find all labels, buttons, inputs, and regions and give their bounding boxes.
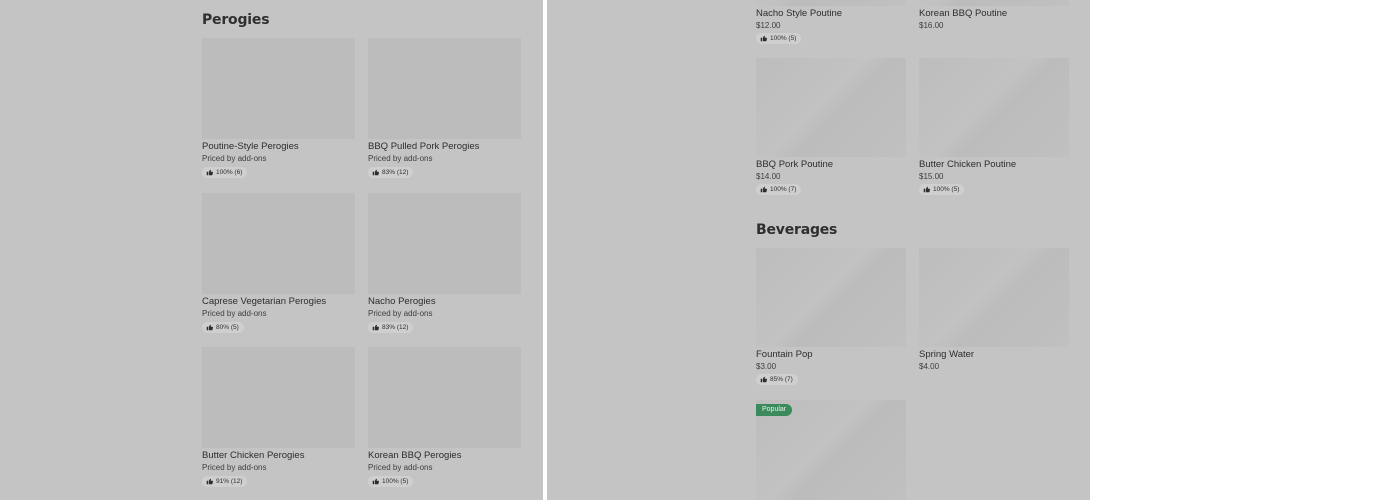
item-name: Nacho Perogies (368, 296, 436, 307)
thumbs-up-icon (372, 169, 379, 176)
rating-text: 83% (12) (382, 324, 409, 331)
item-image[interactable] (202, 38, 355, 139)
thumbs-up-icon (206, 169, 213, 176)
rating-text: 80% (5) (216, 324, 239, 331)
rating-badge: 91% (12) (202, 476, 248, 487)
menu-item-card[interactable]: Poutine-Style Perogies Priced by add-ons… (202, 38, 355, 183)
menu-item-card[interactable]: Korean BBQ Perogies Priced by add-ons 10… (368, 347, 521, 492)
rating-text: 100% (5) (933, 186, 960, 193)
rating-badge: 100% (6) (202, 167, 248, 178)
item-price: Priced by add-ons (202, 154, 267, 163)
item-price: $16.00 (919, 21, 944, 30)
item-name: Korean BBQ Poutine (919, 8, 1008, 19)
item-price: Priced by add-ons (202, 309, 267, 318)
item-name: Butter Chicken Poutine (919, 159, 1017, 170)
item-price: $15.00 (919, 172, 944, 181)
item-image[interactable] (368, 193, 521, 294)
item-image[interactable] (368, 347, 521, 448)
popular-badge: Popular (756, 404, 793, 416)
item-name: Caprese Vegetarian Perogies (202, 296, 327, 307)
rating-text: 85% (7) (770, 376, 793, 383)
rating-badge: 100% (5) (919, 184, 965, 195)
rating-text: 100% (5) (770, 35, 797, 42)
thumbs-up-icon (760, 186, 767, 193)
item-name: Korean BBQ Perogies (368, 450, 462, 461)
item-image[interactable] (756, 248, 906, 347)
rating-text: 100% (5) (382, 478, 409, 485)
item-price: $4.00 (919, 362, 940, 371)
rating-badge: 85% (7) (756, 374, 798, 385)
thumbs-up-icon (206, 324, 213, 331)
right-menu-panel: Nacho Style Poutine $12.00 100% (5) Kore… (547, 0, 1090, 500)
item-image[interactable] (368, 38, 521, 139)
item-name: Spring Water (919, 349, 975, 360)
rating-badge: 83% (12) (368, 322, 414, 333)
rating-badge: 100% (5) (756, 33, 802, 44)
item-price: Priced by add-ons (368, 463, 433, 472)
menu-item-card[interactable]: BBQ Pulled Pork Perogies Priced by add-o… (368, 38, 521, 183)
menu-item-card[interactable]: Butter Chicken Perogies Priced by add-on… (202, 347, 355, 492)
menu-item-card[interactable]: Caprese Vegetarian Perogies Priced by ad… (202, 193, 355, 338)
menu-item-card[interactable]: Butter Chicken Poutine $15.00 100% (5) (919, 58, 1069, 202)
menu-item-card[interactable]: Popular (756, 400, 906, 500)
menu-item-card[interactable]: Nacho Perogies Priced by add-ons 83% (12… (368, 193, 521, 338)
menu-item-card[interactable]: Spring Water $4.00 (919, 248, 1069, 388)
item-image[interactable] (919, 58, 1069, 157)
rating-badge: 100% (7) (756, 184, 802, 195)
left-menu-panel: Perogies Poutine-Style Perogies Priced b… (0, 0, 543, 500)
menu-item-card[interactable]: Korean BBQ Poutine $16.00 (919, 0, 1069, 48)
thumbs-up-icon (372, 478, 379, 485)
rating-text: 100% (6) (216, 169, 243, 176)
item-price: Priced by add-ons (368, 309, 433, 318)
rating-text: 100% (7) (770, 186, 797, 193)
thumbs-up-icon (760, 35, 767, 42)
item-image[interactable] (202, 193, 355, 294)
item-image[interactable] (202, 347, 355, 448)
thumbs-up-icon (923, 186, 930, 193)
item-name: Butter Chicken Perogies (202, 450, 305, 461)
rating-badge: 80% (5) (202, 322, 244, 333)
item-image[interactable] (919, 0, 1069, 6)
section-title-beverages: Beverages (756, 222, 838, 238)
item-price: Priced by add-ons (202, 463, 267, 472)
menu-item-card[interactable]: BBQ Pork Poutine $14.00 100% (7) (756, 58, 906, 202)
thumbs-up-icon (372, 324, 379, 331)
item-image[interactable] (756, 0, 906, 6)
rating-badge: 100% (5) (368, 476, 414, 487)
rating-text: 91% (12) (216, 478, 243, 485)
menu-item-card[interactable]: Nacho Style Poutine $12.00 100% (5) (756, 0, 906, 48)
item-price: $14.00 (756, 172, 781, 181)
item-price: $3.00 (756, 362, 777, 371)
item-price: Priced by add-ons (368, 154, 433, 163)
rating-badge: 83% (12) (368, 167, 414, 178)
thumbs-up-icon (760, 376, 767, 383)
thumbs-up-icon (206, 478, 213, 485)
item-name: Nacho Style Poutine (756, 8, 843, 19)
item-name: BBQ Pork Poutine (756, 159, 834, 170)
item-name: BBQ Pulled Pork Perogies (368, 141, 480, 152)
item-price: $12.00 (756, 21, 781, 30)
item-name: Fountain Pop (756, 349, 813, 360)
item-name: Poutine-Style Perogies (202, 141, 299, 152)
section-title-perogies: Perogies (202, 12, 270, 28)
item-image[interactable] (756, 58, 906, 157)
item-image[interactable] (919, 248, 1069, 347)
menu-item-card[interactable]: Fountain Pop $3.00 85% (7) (756, 248, 906, 388)
rating-text: 83% (12) (382, 169, 409, 176)
